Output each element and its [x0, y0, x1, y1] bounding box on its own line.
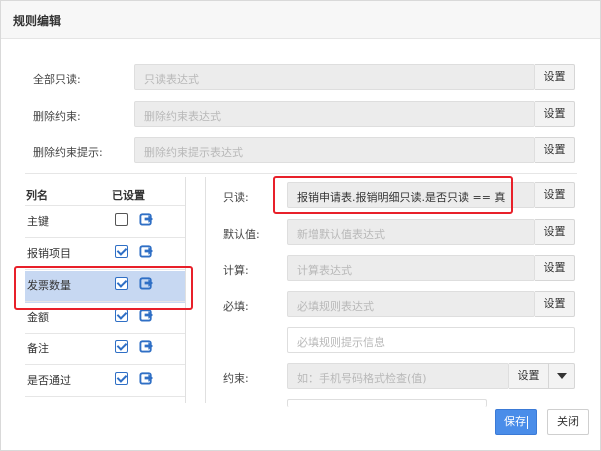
caret-down-icon — [556, 373, 567, 379]
required-label: 必填: — [223, 300, 249, 313]
section-divider — [25, 173, 577, 174]
required-hint-placeholder: 必填规则提示信息 — [297, 336, 385, 349]
dialog-titlebar: 规则编辑 — [1, 1, 600, 39]
column-row-name: 报销项目 — [27, 247, 71, 260]
column-row[interactable] — [25, 207, 185, 237]
column-row-name: 主键 — [27, 215, 49, 228]
required-hint-input[interactable]: 必填规则提示信息 — [287, 327, 575, 353]
edit-icon[interactable] — [139, 211, 154, 226]
default-label: 默认值: — [223, 228, 260, 241]
readonly-highlight-box — [273, 176, 513, 214]
compute-input[interactable]: 计算表达式 — [287, 255, 535, 281]
column-row-checkbox[interactable] — [115, 213, 128, 226]
delete-hint-placeholder: 删除约束提示表达式 — [144, 146, 243, 159]
required-set-button[interactable]: 设置 — [535, 291, 575, 317]
readonly-all-set-button[interactable]: 设置 — [535, 64, 575, 90]
list-divider — [25, 205, 185, 206]
selected-row-highlight-box — [14, 266, 193, 310]
column-row-name: 备注 — [27, 342, 49, 355]
constraint-label: 约束: — [223, 372, 249, 385]
column-row-checkbox[interactable] — [115, 245, 128, 258]
delete-constraint-set-button[interactable]: 设置 — [535, 101, 575, 127]
constraint-set-button[interactable]: 设置 — [509, 363, 549, 389]
readonly-set-button[interactable]: 设置 — [535, 182, 575, 208]
default-input[interactable]: 新增默认值表达式 — [287, 219, 535, 245]
column-row-checkbox[interactable] — [115, 309, 128, 322]
delete-hint-input[interactable]: 删除约束提示表达式 — [134, 137, 535, 163]
default-set-button[interactable]: 设置 — [535, 219, 575, 245]
column-row[interactable] — [25, 334, 185, 364]
readonly-label: 只读: — [223, 191, 249, 204]
compute-placeholder: 计算表达式 — [297, 264, 352, 277]
next-rule-input-partial[interactable] — [287, 399, 487, 407]
default-placeholder: 新增默认值表达式 — [297, 228, 385, 241]
constraint-placeholder: 如：手机号码格式检查(值) — [297, 372, 427, 385]
required-input[interactable]: 必填规则表达式 — [287, 291, 535, 317]
right-panel-border — [205, 177, 206, 403]
row-divider — [25, 237, 185, 238]
row-divider — [25, 364, 185, 365]
rule-edit-dialog: 规则编辑 全部只读: 只读表达式 设置 删除约束: 删除约束表达式 设置 删除约… — [0, 0, 601, 451]
text-cursor — [527, 415, 528, 429]
save-button[interactable]: 保存 — [495, 409, 537, 435]
column-row-checkbox[interactable] — [115, 340, 128, 353]
edit-icon[interactable] — [139, 370, 154, 385]
delete-constraint-input[interactable]: 删除约束表达式 — [134, 101, 535, 127]
column-name-header: 列名 — [26, 189, 48, 202]
close-button[interactable]: 关闭 — [547, 409, 589, 435]
column-row-name: 是否通过 — [27, 374, 71, 387]
required-placeholder: 必填规则表达式 — [297, 300, 374, 313]
compute-label: 计算: — [223, 264, 249, 277]
constraint-dropdown-button[interactable] — [549, 363, 575, 389]
delete-hint-label: 删除约束提示: — [33, 146, 103, 159]
readonly-all-placeholder: 只读表达式 — [144, 73, 199, 86]
compute-set-button[interactable]: 设置 — [535, 255, 575, 281]
edit-icon[interactable] — [139, 338, 154, 353]
column-row-name: 金额 — [27, 311, 49, 324]
delete-hint-set-button[interactable]: 设置 — [535, 137, 575, 163]
column-set-header: 已设置 — [112, 189, 145, 202]
delete-constraint-placeholder: 删除约束表达式 — [144, 110, 221, 123]
readonly-all-label: 全部只读: — [33, 73, 81, 86]
row-divider — [25, 396, 185, 397]
readonly-all-input[interactable]: 只读表达式 — [134, 64, 535, 90]
column-row-checkbox[interactable] — [115, 372, 128, 385]
delete-constraint-label: 删除约束: — [33, 110, 81, 123]
constraint-input[interactable]: 如：手机号码格式检查(值) — [287, 363, 509, 389]
save-label: 保存 — [504, 415, 526, 428]
dialog-title: 规则编辑 — [13, 14, 62, 28]
edit-icon[interactable] — [139, 243, 154, 258]
